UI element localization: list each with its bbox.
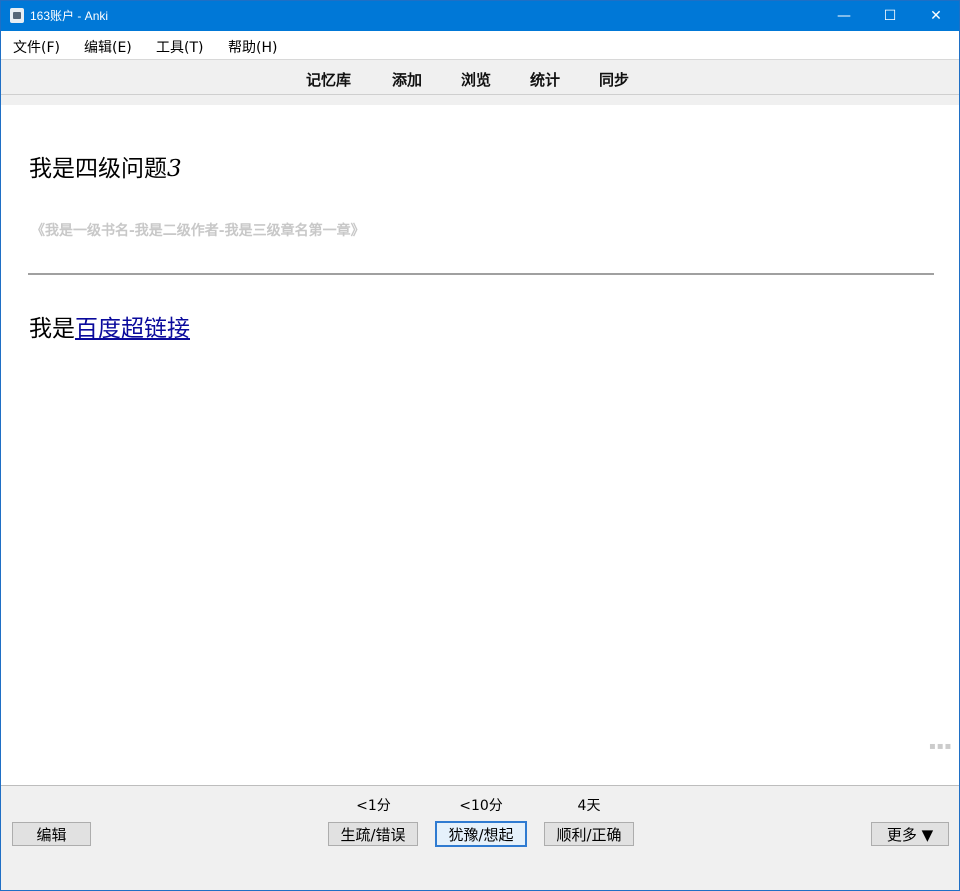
card-source: 《我是一级书名-我是二级作者-我是三级章名第一章》 [31,223,365,239]
card-question: 我是四级问题3 [29,149,182,183]
resize-handle-icon[interactable]: ▪▪▪ [929,741,952,752]
title-bar[interactable]: 163账户 - Anki — ☐ ✕ [1,1,959,31]
answer-divider [28,273,934,275]
maximize-button[interactable]: ☐ [867,1,913,31]
toolbar-browse[interactable]: 浏览 [461,69,491,90]
good-button[interactable]: 顺利/正确 [544,822,634,846]
review-bottom-bar: 编辑 <1分 生疏/错误 <10分 犹豫/想起 4天 顺利/正确 更多 ▼ [1,785,959,890]
toolbar-sync[interactable]: 同步 [599,69,629,90]
card-answer: 我是百度超链接 [29,309,190,343]
toolbar-stats[interactable]: 统计 [530,69,560,90]
answer-prefix: 我是 [29,316,75,342]
toolbar-divider-band [1,95,959,105]
hard-button[interactable]: 犹豫/想起 [435,821,527,847]
menu-file[interactable]: 文件(F) [13,37,60,57]
main-toolbar: 记忆库 添加 浏览 统计 同步 [1,60,959,95]
close-button[interactable]: ✕ [913,1,959,31]
answer-link[interactable]: 百度超链接 [75,316,190,342]
interval-good: 4天 [577,798,601,814]
menu-edit[interactable]: 编辑(E) [84,37,132,57]
question-text: 我是四级问题 [29,156,167,182]
edit-button[interactable]: 编辑 [12,822,91,846]
question-number: 3 [167,156,182,182]
window-title: 163账户 - Anki [30,9,109,23]
interval-again: <1分 [356,798,391,814]
card-view: 我是四级问题3 《我是一级书名-我是二级作者-我是三级章名第一章》 我是百度超链… [1,105,959,785]
toolbar-add[interactable]: 添加 [392,69,422,90]
interval-hard: <10分 [459,798,503,814]
toolbar-decks[interactable]: 记忆库 [306,69,351,90]
menu-tools[interactable]: 工具(T) [156,37,203,57]
menu-help[interactable]: 帮助(H) [228,37,277,57]
menu-bar: 文件(F) 编辑(E) 工具(T) 帮助(H) [1,31,959,60]
minimize-button[interactable]: — [821,1,867,31]
again-button[interactable]: 生疏/错误 [328,822,418,846]
more-button[interactable]: 更多 ▼ [871,822,949,846]
anki-window: 163账户 - Anki — ☐ ✕ 文件(F) 编辑(E) 工具(T) 帮助(… [0,0,960,891]
anki-app-icon [10,8,24,23]
